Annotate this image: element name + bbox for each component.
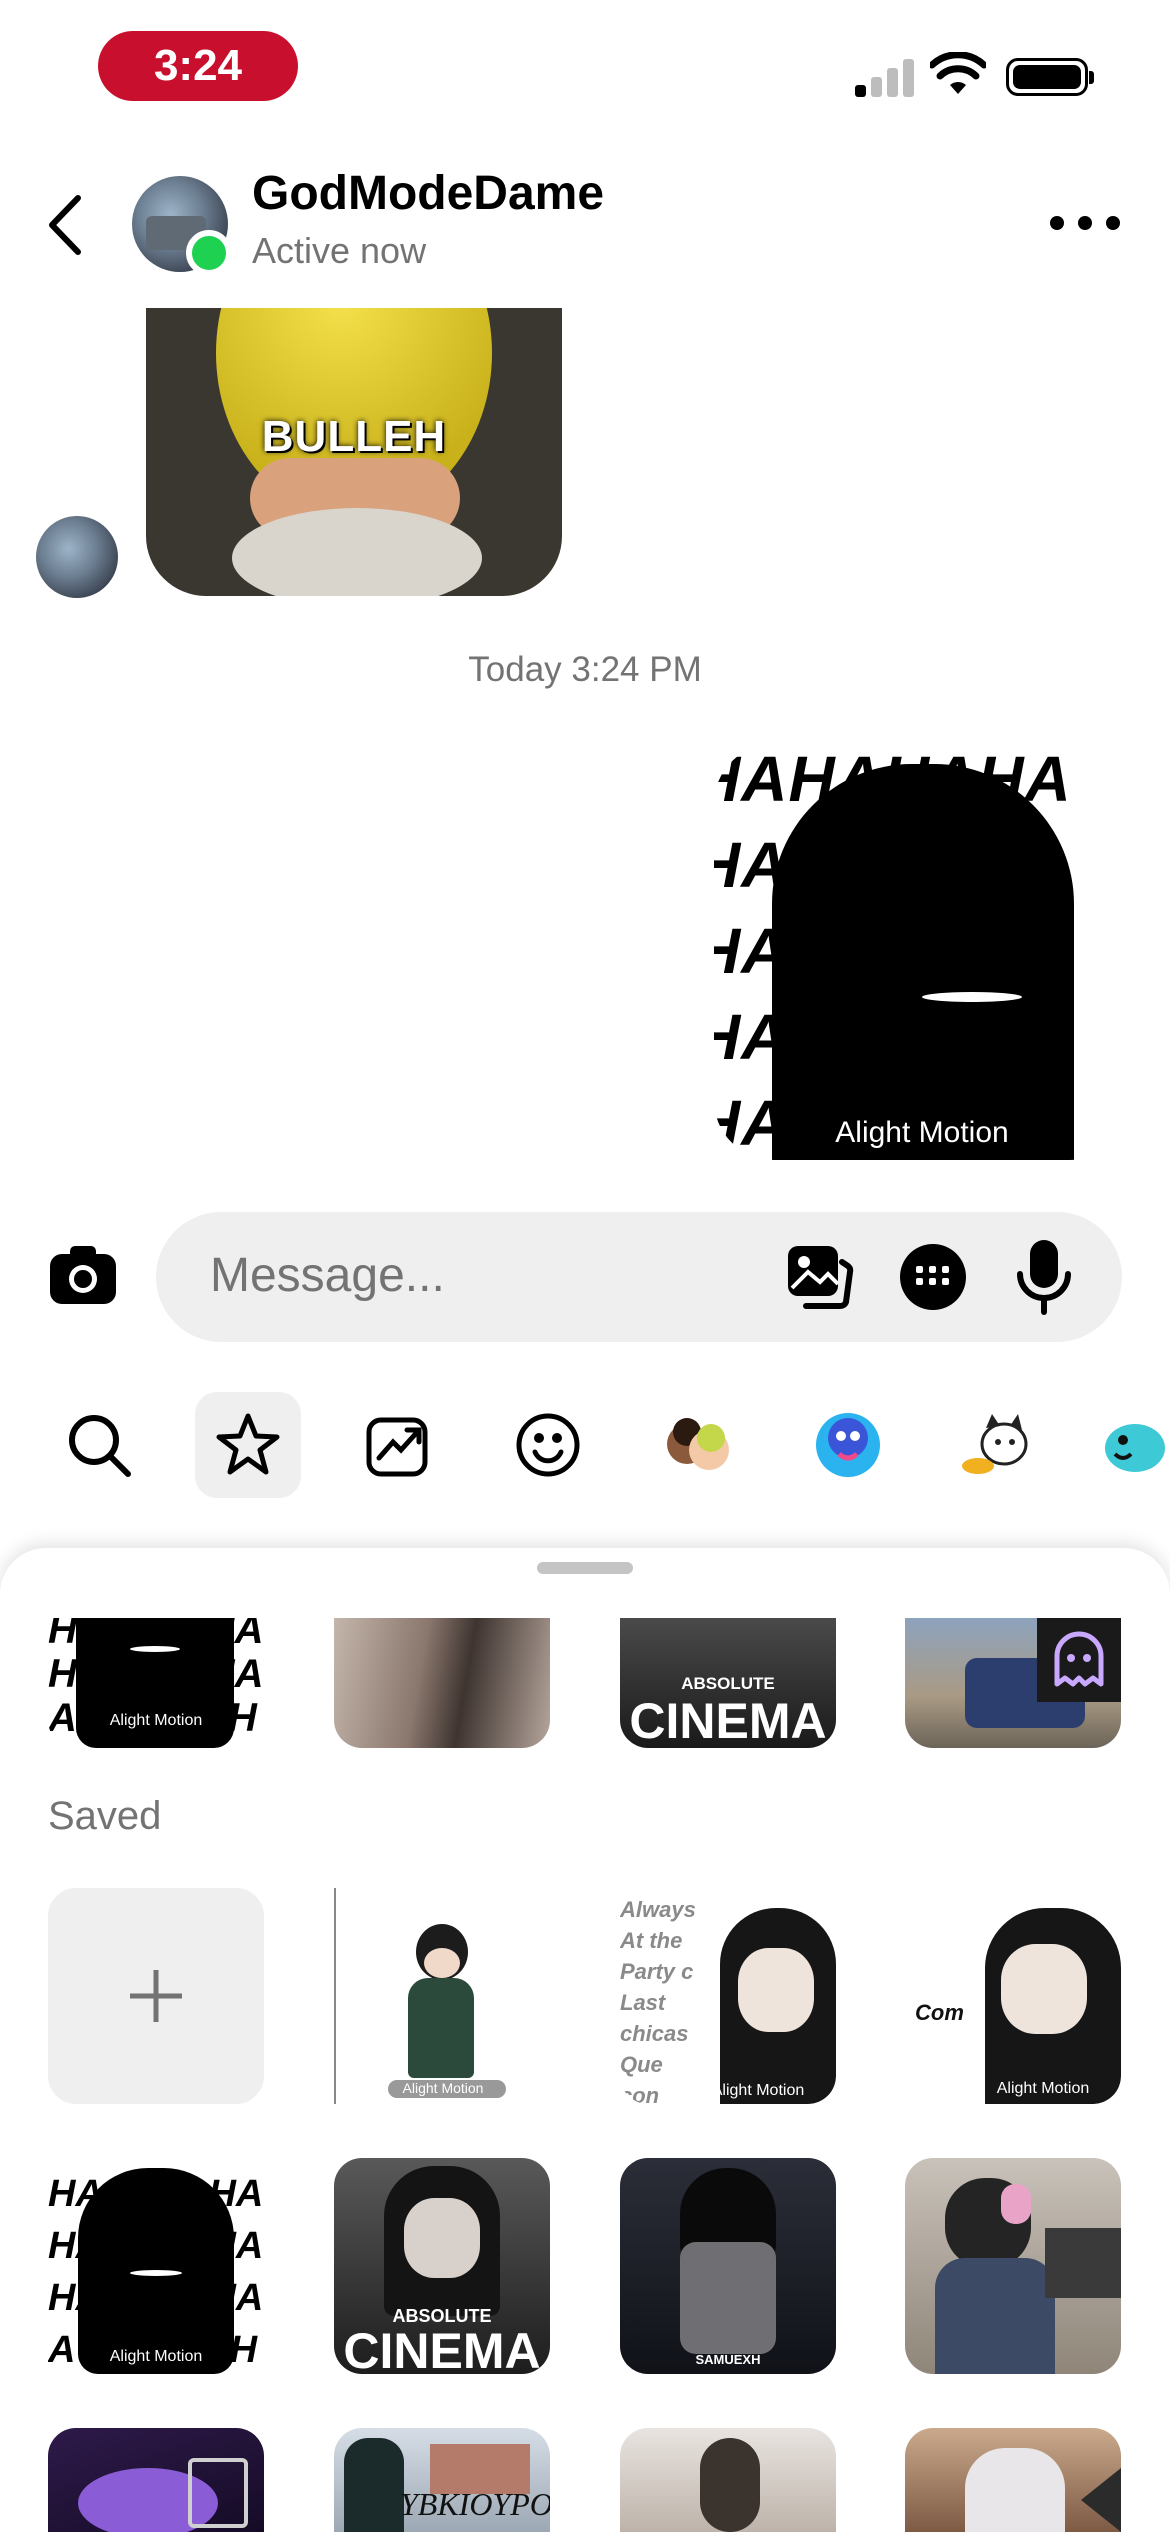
sticker-anime-com[interactable]: Com Alight Motion (905, 1888, 1121, 2104)
favorites-star-icon[interactable] (195, 1392, 301, 1498)
trending-icon[interactable] (345, 1392, 451, 1498)
plus-icon (130, 1970, 182, 2022)
sticker-video-blur[interactable] (334, 1618, 550, 1748)
sticker-watermark: Alight Motion (109, 2348, 203, 2365)
sticker-caption: BULLEH (261, 412, 447, 461)
sticker-blur-hand[interactable] (620, 2428, 836, 2532)
message-placeholder: Message... (210, 1249, 445, 1302)
ghost-app-icon (1037, 1618, 1121, 1702)
caption-line: Always (620, 1897, 696, 1922)
sticker-watermark: Alight Motion (402, 2080, 484, 2096)
add-sticker-button[interactable] (48, 1888, 264, 2104)
character-sticker-icon[interactable] (795, 1392, 901, 1498)
sticker-watermark: Alight Motion (711, 2082, 805, 2099)
cellular-signal-icon (855, 55, 914, 97)
status-time: 3:24 (98, 31, 298, 101)
contact-name[interactable]: GodModeDame (252, 166, 604, 221)
caption-line: Last (620, 1990, 666, 2015)
cinema-big-text: CINEMA (629, 1693, 827, 1748)
sticker-watermark: Alight Motion (996, 2080, 1090, 2097)
camera-icon[interactable] (46, 1238, 120, 1312)
caption-line: chicas (620, 2021, 689, 2046)
cinema-big-text: CINEMA (343, 2323, 541, 2374)
message-input[interactable]: Message... (156, 1212, 1122, 1342)
back-icon[interactable] (40, 190, 90, 260)
sticker-anime-standing[interactable]: Alight Motion (334, 1888, 550, 2104)
battery-icon (1006, 58, 1094, 96)
sent-sticker[interactable]: HAHAHAHA HAHAHAHA HAHAHAHA HAHAHAHA HAHA… (714, 744, 1130, 1160)
sticker-anime-cat[interactable] (905, 2428, 1121, 2532)
sticker-purple[interactable] (48, 2428, 264, 2532)
online-indicator (186, 230, 232, 276)
sender-avatar[interactable] (36, 516, 118, 598)
sticker-anime-headphones[interactable] (905, 2158, 1121, 2374)
sticker-haha[interactable]: HA HAHA HAA AH Alight Motion (48, 1618, 264, 1748)
contact-status: Active now (252, 230, 427, 271)
cinema-small-text: ABSOLUTE (681, 1674, 775, 1693)
ybk-text: YBKIOYPOS (400, 2486, 550, 2522)
sticker-truck[interactable] (905, 1618, 1121, 1748)
caption-line: Party c (620, 1959, 694, 1984)
sticker-ybkioypos[interactable]: YBKIOYPOS (334, 2428, 550, 2532)
sticker-watermark: Alight Motion (835, 1116, 1009, 1149)
samuexh-text: SAMUEXH (695, 2352, 761, 2367)
received-sticker[interactable]: BULLEH (146, 308, 562, 596)
sticker-anime-always[interactable]: Always At the Party c Last chicas Que co… (620, 1888, 836, 2104)
sticker-anime-samuexh[interactable]: SAMUEXH (620, 2158, 836, 2374)
gallery-icon[interactable] (784, 1242, 854, 1312)
sheet-drag-handle[interactable] (537, 1562, 633, 1574)
message-timestamp: Today 3:24 PM (468, 650, 702, 689)
bird-sticker-icon[interactable] (1095, 1392, 1170, 1498)
wifi-icon (930, 52, 986, 94)
sticker-keyboard-icon[interactable] (898, 1242, 968, 1312)
dog-sticker-icon[interactable] (945, 1392, 1051, 1498)
sticker-absolute-cinema[interactable]: ABSOLUTE CINEMA (620, 1618, 836, 1748)
caption-line: At the (620, 1928, 683, 1953)
saved-section-label: Saved (48, 1794, 162, 1838)
search-stickers-icon[interactable] (46, 1392, 152, 1498)
sticker-absolute-cinema-2[interactable]: ABSOLUTE CINEMA (334, 2158, 550, 2374)
microphone-icon[interactable] (1014, 1238, 1074, 1316)
emoji-icon[interactable] (495, 1392, 601, 1498)
caption-line: Que (620, 2052, 663, 2077)
sticker-haha-2[interactable]: HA HAHA HAHA HAA AH Alight Motion (48, 2158, 264, 2374)
com-text: Com (915, 2000, 964, 2025)
avatar-stickers-icon[interactable] (645, 1392, 751, 1498)
sticker-watermark: Alight Motion (109, 1712, 203, 1729)
more-options-icon[interactable] (1050, 210, 1120, 236)
